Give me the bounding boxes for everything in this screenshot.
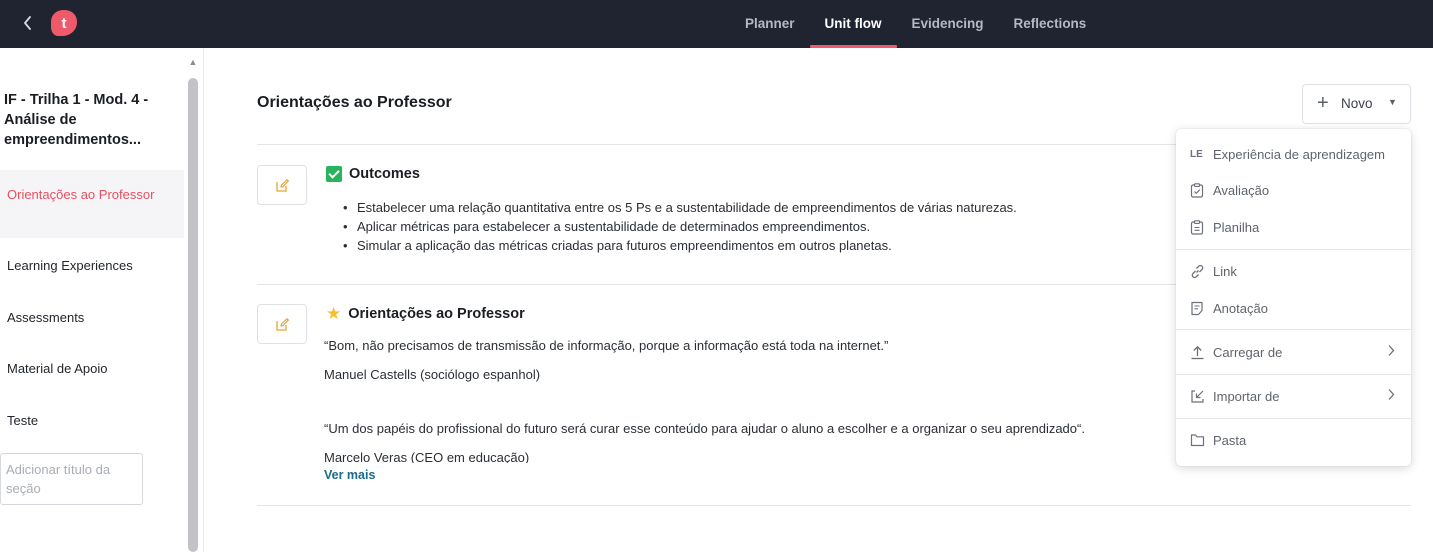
unit-sidebar: IF - Trilha 1 - Mod. 4 - Análise de empr… bbox=[0, 48, 204, 552]
add-section-title-input[interactable]: Adicionar título da seção bbox=[0, 453, 143, 505]
clipboard-list-icon bbox=[1190, 220, 1206, 236]
menu-item-upload-from[interactable]: Carregar de bbox=[1176, 335, 1411, 371]
chevron-right-icon bbox=[1387, 388, 1395, 406]
chevron-right-icon bbox=[1387, 344, 1395, 362]
list-item: Simular a aplicação das métricas criadas… bbox=[343, 236, 1017, 255]
divider bbox=[257, 505, 1411, 506]
edit-icon bbox=[276, 179, 289, 192]
menu-item-label: Planilha bbox=[1213, 220, 1260, 235]
menu-divider bbox=[1176, 418, 1411, 419]
scroll-thumb[interactable] bbox=[188, 78, 198, 552]
sidebar-scrollbar[interactable]: ▲ bbox=[186, 56, 200, 552]
plus-icon: + bbox=[1317, 92, 1329, 114]
menu-item-link[interactable]: Link bbox=[1176, 254, 1411, 290]
top-navigation-bar: t Planner Unit flow Evidencing Reflectio… bbox=[0, 0, 1433, 48]
menu-item-label: Importar de bbox=[1213, 389, 1280, 404]
star-icon: ★ bbox=[326, 304, 342, 323]
upload-icon bbox=[1190, 345, 1206, 361]
sidebar-item-label: Learning Experiences bbox=[7, 258, 133, 273]
scroll-up-arrow-icon[interactable]: ▲ bbox=[187, 56, 199, 68]
outcomes-title-label: Outcomes bbox=[349, 166, 420, 182]
outcomes-list: Estabelecer uma relação quantitativa ent… bbox=[343, 198, 1017, 255]
back-button[interactable] bbox=[18, 12, 38, 34]
note-icon bbox=[1190, 301, 1206, 317]
sidebar-item-label: Material de Apoio bbox=[7, 361, 108, 376]
sidebar-item-orientacoes[interactable]: Orientações ao Professor bbox=[0, 170, 184, 238]
outcomes-title: Outcomes bbox=[326, 166, 420, 182]
list-item: Estabelecer uma relação quantitativa ent… bbox=[343, 198, 1017, 217]
menu-item-label: Anotação bbox=[1213, 301, 1268, 316]
sidebar-item-teste[interactable]: Teste bbox=[0, 412, 184, 430]
menu-item-label: Avaliação bbox=[1213, 183, 1270, 198]
sidebar-item-label: Orientações ao Professor bbox=[7, 187, 155, 202]
menu-item-label: Link bbox=[1213, 264, 1237, 279]
menu-item-label: Pasta bbox=[1213, 433, 1247, 448]
new-button[interactable]: + Novo ▼ bbox=[1302, 84, 1411, 124]
guidance-title-label: Orientações ao Professor bbox=[348, 306, 525, 322]
unit-title: IF - Trilha 1 - Mod. 4 - Análise de empr… bbox=[4, 92, 149, 148]
new-button-label: Novo bbox=[1341, 96, 1373, 111]
svg-text:t: t bbox=[62, 15, 67, 32]
page-title: Orientações ao Professor bbox=[257, 94, 452, 111]
menu-item-folder[interactable]: Pasta bbox=[1176, 423, 1411, 459]
tab-evidencing[interactable]: Evidencing bbox=[897, 0, 999, 48]
learning-experience-icon: LE bbox=[1190, 149, 1203, 160]
list-item: Aplicar métricas para estabelecer a sust… bbox=[343, 217, 1017, 236]
menu-divider bbox=[1176, 329, 1411, 330]
app-logo[interactable]: t bbox=[50, 8, 78, 38]
quote-author: Manuel Castells (sociólogo espanhol) bbox=[324, 367, 541, 382]
tab-unit-flow[interactable]: Unit flow bbox=[809, 0, 897, 48]
sidebar-item-label: Assessments bbox=[7, 310, 85, 325]
link-icon bbox=[1190, 264, 1206, 280]
folder-icon bbox=[1190, 433, 1206, 449]
checkbox-checked-icon bbox=[326, 166, 342, 182]
menu-item-assessment[interactable]: Avaliação bbox=[1176, 173, 1411, 209]
edit-outcomes-button[interactable] bbox=[257, 165, 307, 205]
sidebar-item-learning-experiences[interactable]: Learning Experiences bbox=[0, 257, 184, 275]
menu-item-import-from[interactable]: Importar de bbox=[1176, 379, 1411, 415]
chevron-left-icon bbox=[24, 16, 31, 30]
new-item-menu: LE Experiência de aprendizagem Avaliação… bbox=[1176, 129, 1411, 466]
menu-item-label: Experiência de aprendizagem bbox=[1213, 147, 1385, 162]
see-more-link[interactable]: Ver mais bbox=[324, 468, 375, 482]
tab-planner[interactable]: Planner bbox=[730, 0, 810, 48]
guidance-title: ★ Orientações ao Professor bbox=[326, 304, 525, 323]
edit-guidance-button[interactable] bbox=[257, 304, 307, 344]
caret-down-icon: ▼ bbox=[1388, 97, 1397, 107]
menu-item-note[interactable]: Anotação bbox=[1176, 291, 1411, 327]
edit-icon bbox=[276, 318, 289, 331]
tab-reflections[interactable]: Reflections bbox=[999, 0, 1102, 48]
menu-item-learning-experience[interactable]: LE Experiência de aprendizagem bbox=[1176, 137, 1411, 173]
sidebar-item-label: Teste bbox=[7, 413, 39, 428]
clipboard-check-icon bbox=[1190, 183, 1206, 199]
menu-item-worksheet[interactable]: Planilha bbox=[1176, 210, 1411, 246]
sidebar-item-material-de-apoio[interactable]: Material de Apoio bbox=[0, 360, 184, 378]
main-tabs: Planner Unit flow Evidencing Reflections bbox=[730, 0, 1101, 48]
import-icon bbox=[1190, 389, 1206, 405]
quote-author: Marcelo Veras (CEO em educação) bbox=[324, 450, 530, 463]
sidebar-item-assessments[interactable]: Assessments bbox=[0, 309, 184, 327]
menu-divider bbox=[1176, 374, 1411, 375]
menu-divider bbox=[1176, 249, 1411, 250]
menu-item-label: Carregar de bbox=[1213, 345, 1283, 360]
quote-text: “Um dos papéis do profissional do futuro… bbox=[324, 421, 1085, 436]
quote-text: “Bom, não precisamos de transmissão de i… bbox=[324, 338, 889, 353]
